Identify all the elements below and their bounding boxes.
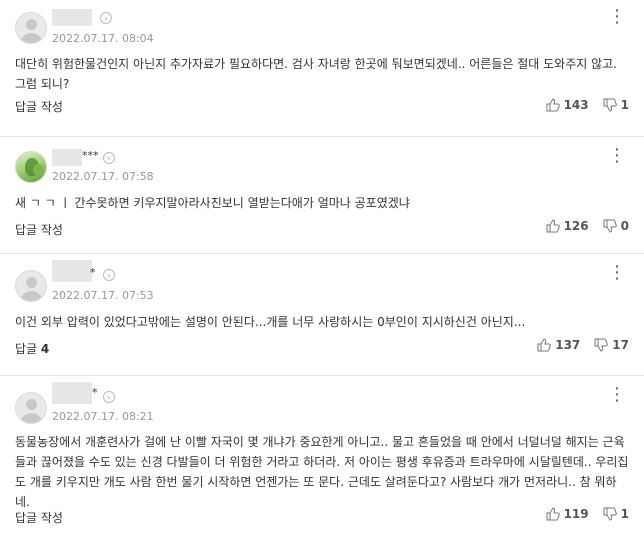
thumbs-up-icon bbox=[546, 219, 560, 233]
thumbs-up-icon bbox=[546, 507, 560, 521]
chevron-right-icon[interactable]: › bbox=[103, 391, 115, 403]
reply-label: 답글 bbox=[15, 342, 38, 356]
dislike-button[interactable]: 1 bbox=[603, 98, 629, 112]
more-vertical-icon[interactable]: ⋮ bbox=[608, 147, 626, 165]
dislike-button[interactable]: 0 bbox=[603, 219, 629, 233]
dislike-count: 0 bbox=[620, 219, 629, 233]
comment-date: 2022.07.17. 07:58 bbox=[52, 170, 154, 183]
comment-item: › 2022.07.17. 08:04 ⋮ 대단히 위험한물건인지 아닌지 추가… bbox=[0, 0, 644, 137]
username-suffix: * bbox=[92, 386, 98, 399]
like-count: 126 bbox=[563, 219, 589, 233]
avatar[interactable] bbox=[15, 12, 47, 44]
like-button[interactable]: 143 bbox=[546, 98, 589, 112]
thumbs-up-icon bbox=[537, 338, 552, 352]
reply-button[interactable]: 답글 작성 bbox=[15, 98, 63, 115]
more-vertical-icon[interactable]: ⋮ bbox=[608, 386, 626, 404]
reply-button[interactable]: 답글 작성 bbox=[15, 221, 63, 238]
comment-item: * › 2022.07.17. 07:53 ⋮ 이건 외부 압력이 있었다고밖에… bbox=[0, 254, 644, 376]
reply-button[interactable]: 답글 작성 bbox=[15, 509, 63, 526]
dislike-count: 1 bbox=[620, 507, 629, 521]
chevron-right-icon[interactable]: › bbox=[103, 269, 115, 281]
reply-button[interactable]: 답글 4 bbox=[15, 340, 49, 357]
like-button[interactable]: 137 bbox=[537, 338, 580, 352]
username-blurred[interactable] bbox=[52, 260, 92, 282]
username-blurred[interactable] bbox=[52, 149, 82, 166]
reply-label: 답글 작성 bbox=[15, 100, 63, 114]
chevron-right-icon[interactable]: › bbox=[100, 12, 112, 24]
comment-text: 대단히 위험한물건인지 아닌지 추가자료가 필요하다면. 검사 자녀랑 한곳에 … bbox=[15, 57, 617, 91]
dislike-count: 17 bbox=[612, 338, 629, 352]
comment-text: 이건 외부 압력이 있었다고밖에는 설명이 안된다...개를 너무 사랑하시는 … bbox=[15, 315, 526, 329]
thumbs-up-icon bbox=[546, 98, 560, 112]
comment-date: 2022.07.17. 08:04 bbox=[52, 32, 154, 45]
avatar[interactable] bbox=[15, 270, 47, 302]
vote-bar: 126 0 bbox=[546, 219, 629, 233]
chevron-right-icon[interactable]: › bbox=[103, 152, 115, 164]
comment-item: * › 2022.07.17. 08:21 ⋮ 동물농장에서 개훈련사가 걸에 … bbox=[0, 376, 644, 535]
dislike-button[interactable]: 1 bbox=[603, 507, 629, 521]
avatar[interactable] bbox=[15, 151, 47, 183]
username-suffix: * bbox=[90, 266, 96, 279]
like-count: 119 bbox=[563, 507, 589, 521]
vote-bar: 137 17 bbox=[537, 338, 629, 352]
thumbs-down-icon bbox=[603, 507, 617, 521]
like-button[interactable]: 119 bbox=[546, 507, 589, 521]
username-blurred[interactable] bbox=[52, 382, 92, 404]
comment-item: *** › 2022.07.17. 07:58 ⋮ 새 ㄱ ㄱ ㅣ 간수못하면 … bbox=[0, 137, 644, 254]
comment-text: 새 ㄱ ㄱ ㅣ 간수못하면 키우지말아라사진보니 열받는다애가 얼마나 공포였겠… bbox=[15, 196, 410, 210]
like-count: 137 bbox=[555, 338, 581, 352]
more-vertical-icon[interactable]: ⋮ bbox=[608, 8, 626, 26]
comment-text: 동물농장에서 개훈련사가 걸에 난 이빨 자국이 몇 개냐가 중요한게 아니고.… bbox=[15, 435, 629, 509]
username-blurred[interactable] bbox=[52, 9, 92, 26]
vote-bar: 143 1 bbox=[546, 98, 629, 112]
dislike-count: 1 bbox=[620, 98, 629, 112]
comment-date: 2022.07.17. 08:21 bbox=[52, 410, 154, 423]
avatar[interactable] bbox=[15, 392, 47, 424]
like-button[interactable]: 126 bbox=[546, 219, 589, 233]
like-count: 143 bbox=[563, 98, 589, 112]
thumbs-down-icon bbox=[603, 98, 617, 112]
thumbs-down-icon bbox=[603, 219, 617, 233]
reply-count: 4 bbox=[40, 342, 50, 356]
username-suffix: *** bbox=[82, 149, 99, 162]
thumbs-down-icon bbox=[594, 338, 609, 352]
comment-date: 2022.07.17. 07:53 bbox=[52, 289, 154, 302]
vote-bar: 119 1 bbox=[546, 507, 629, 521]
dislike-button[interactable]: 17 bbox=[594, 338, 629, 352]
reply-label: 답글 작성 bbox=[15, 223, 63, 237]
reply-label: 답글 작성 bbox=[15, 511, 63, 525]
more-vertical-icon[interactable]: ⋮ bbox=[608, 264, 626, 282]
